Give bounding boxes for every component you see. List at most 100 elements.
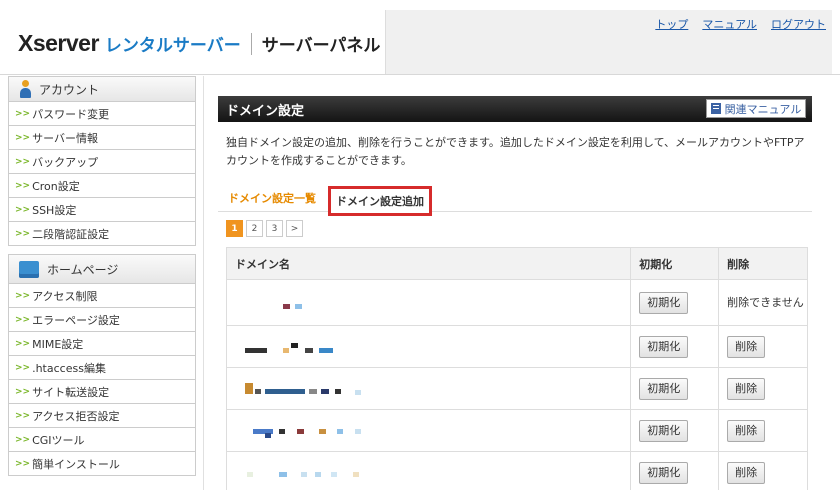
domain-cell (225, 279, 632, 326)
sidebar-section-homepage: ホームページ (8, 254, 196, 284)
arrow-icon: >> (15, 156, 31, 167)
sidebar-item-access-restriction[interactable]: >> アクセス制限 (8, 284, 196, 308)
sidebar-item-label: 二段階認証設定 (32, 227, 110, 241)
reset-button[interactable]: 初期化 (639, 291, 689, 314)
page-3[interactable]: 3 (266, 220, 283, 237)
redacted-domain (235, 452, 630, 490)
reset-cell: 初期化 (630, 451, 720, 490)
table-row: 初期化 削除できません (225, 279, 808, 326)
arrow-icon: >> (15, 314, 31, 325)
sidebar-item-password[interactable]: >> パスワード変更 (8, 102, 196, 126)
sidebar-item-label: アクセス制限 (32, 289, 98, 303)
delete-cell: 削除 (718, 409, 808, 452)
sidebar-item-label: サイト転送設定 (32, 385, 110, 399)
sidebar-item-label: MIME設定 (32, 337, 84, 351)
sidebar-item-server-info[interactable]: >> サーバー情報 (8, 126, 196, 150)
book-icon (710, 103, 721, 114)
delete-button[interactable]: 削除 (727, 335, 766, 358)
person-icon (19, 80, 31, 98)
logo[interactable]: Xserver レンタルサーバー サーバーパネル (18, 30, 380, 57)
reset-cell: 初期化 (630, 325, 720, 368)
domain-cell (225, 451, 632, 490)
link-top[interactable]: トップ (655, 16, 688, 32)
table-row: 初期化 削除 (225, 325, 808, 368)
delete-button[interactable]: 削除 (727, 377, 766, 400)
arrow-icon: >> (15, 290, 31, 301)
sidebar-item-label: .htaccess編集 (32, 361, 106, 375)
delete-cell: 削除 (718, 325, 808, 368)
page-2[interactable]: 2 (246, 220, 263, 237)
page-title-bar: ドメイン設定 関連マニュアル (218, 96, 812, 122)
sidebar-item-label: SSH設定 (32, 203, 77, 217)
redacted-domain (235, 410, 630, 451)
redacted-domain (235, 326, 630, 367)
logo-panel-name: サーバーパネル (261, 36, 381, 56)
table-header: ドメイン名 初期化 削除 (225, 247, 808, 280)
column-delete: 削除 (718, 247, 808, 280)
top-links: トップ マニュアル ログアウト (655, 16, 826, 32)
folder-icon (19, 260, 39, 278)
delete-cell: 削除 (718, 367, 808, 410)
tab-domain-list[interactable]: ドメイン設定一覧 (228, 190, 316, 206)
link-manual[interactable]: マニュアル (702, 16, 757, 32)
arrow-icon: >> (15, 228, 31, 239)
pagination: 1 2 3 > (226, 220, 303, 237)
sidebar-item-label: アクセス拒否設定 (32, 409, 120, 423)
reset-button[interactable]: 初期化 (639, 419, 689, 442)
sidebar-item-cron[interactable]: >> Cron設定 (8, 174, 196, 198)
related-manual-label: 関連マニュアル (724, 102, 802, 116)
tab-bar: ドメイン設定一覧 ドメイン設定追加 (218, 186, 812, 216)
delete-cell: 削除できません (718, 279, 808, 326)
header-divider (0, 74, 840, 75)
arrow-icon: >> (15, 108, 31, 119)
sidebar-item-label: CGIツール (32, 433, 85, 447)
content-divider (203, 76, 204, 490)
reset-button[interactable]: 初期化 (639, 461, 689, 484)
arrow-icon: >> (15, 386, 31, 397)
sidebar-item-error-page[interactable]: >> エラーページ設定 (8, 308, 196, 332)
link-logout[interactable]: ログアウト (771, 16, 826, 32)
table-row: 初期化 削除 (225, 367, 808, 410)
undeletable-note: 削除できません (727, 296, 804, 309)
page-1[interactable]: 1 (226, 220, 243, 237)
logo-brand: Xserver (18, 30, 99, 56)
sidebar-section-title: ホームページ (47, 262, 119, 277)
sidebar-item-site-transfer[interactable]: >> サイト転送設定 (8, 380, 196, 404)
page-next[interactable]: > (286, 220, 303, 237)
sidebar-item-access-deny[interactable]: >> アクセス拒否設定 (8, 404, 196, 428)
arrow-icon: >> (15, 410, 31, 421)
related-manual-button[interactable]: 関連マニュアル (706, 99, 806, 118)
sidebar-item-label: 簡単インストール (32, 457, 120, 471)
redacted-domain (235, 368, 630, 409)
domain-cell (225, 409, 632, 452)
sidebar-item-ssh[interactable]: >> SSH設定 (8, 198, 196, 222)
delete-button[interactable]: 削除 (727, 461, 766, 484)
reset-button[interactable]: 初期化 (639, 377, 689, 400)
sidebar-item-label: サーバー情報 (32, 131, 98, 145)
sidebar-item-label: バックアップ (32, 155, 99, 169)
arrow-icon: >> (15, 338, 31, 349)
tab-domain-add[interactable]: ドメイン設定追加 (328, 186, 432, 216)
main-content: ドメイン設定 関連マニュアル 独自ドメイン設定の追加、削除を行うことができます。… (218, 96, 812, 490)
delete-cell: 削除 (718, 451, 808, 490)
column-reset: 初期化 (630, 247, 720, 280)
sidebar-item-backup[interactable]: >> バックアップ (8, 150, 196, 174)
reset-button[interactable]: 初期化 (639, 335, 689, 358)
reset-cell: 初期化 (630, 279, 720, 326)
sidebar-section-title: アカウント (39, 82, 100, 97)
sidebar-section-account: アカウント (8, 76, 196, 102)
sidebar-item-mime[interactable]: >> MIME設定 (8, 332, 196, 356)
reset-cell: 初期化 (630, 409, 720, 452)
sidebar-item-cgi-tools[interactable]: >> CGIツール (8, 428, 196, 452)
sidebar-item-two-factor[interactable]: >> 二段階認証設定 (8, 222, 196, 246)
sidebar-item-htaccess[interactable]: >> .htaccess編集 (8, 356, 196, 380)
arrow-icon: >> (15, 204, 31, 215)
arrow-icon: >> (15, 180, 31, 191)
redacted-domain (235, 280, 630, 325)
sidebar: アカウント >> パスワード変更 >> サーバー情報 >> バックアップ >> Cron… (8, 76, 196, 476)
delete-button[interactable]: 削除 (727, 419, 766, 442)
header: Xserver レンタルサーバー サーバーパネル トップ マニュアル ログアウト (0, 0, 840, 74)
sidebar-item-easy-install[interactable]: >> 簡単インストール (8, 452, 196, 476)
page-title: ドメイン設定 (226, 103, 305, 119)
domain-cell (225, 367, 632, 410)
